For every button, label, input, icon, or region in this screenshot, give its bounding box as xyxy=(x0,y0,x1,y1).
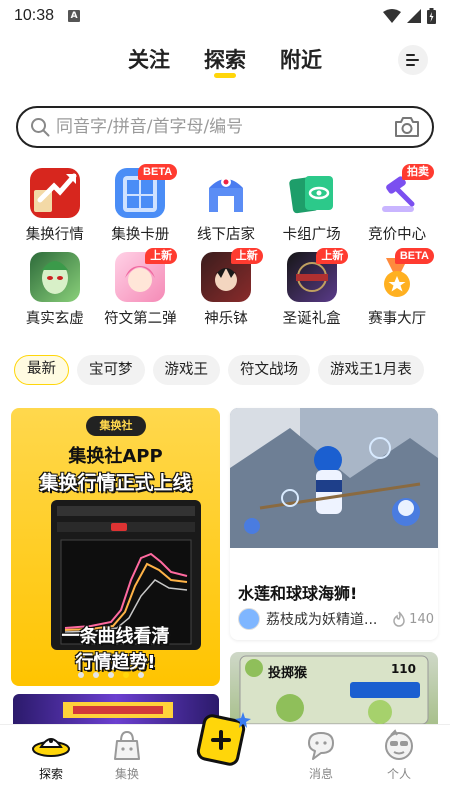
filter-yugioh[interactable]: 游戏王 xyxy=(152,355,220,385)
pokemon-card-post[interactable]: 投掷猴 110 xyxy=(230,652,438,724)
category-kagura[interactable]: 上新 神乐钵 xyxy=(183,248,269,328)
beta-badge: BETA xyxy=(138,164,178,180)
carousel-dot[interactable] xyxy=(138,672,144,678)
carousel-dot[interactable] xyxy=(108,672,114,678)
deck-plaza-icon xyxy=(286,168,337,218)
ufo-explore-icon xyxy=(32,738,70,757)
nav-label: 探索 xyxy=(38,767,63,781)
category-album[interactable]: BETA 集换卡册 xyxy=(98,164,184,244)
carousel-dot-active[interactable] xyxy=(123,672,129,678)
category-label: 神乐钵 xyxy=(204,311,248,327)
search-input[interactable] xyxy=(56,117,394,137)
filter-pokemon[interactable]: 宝可梦 xyxy=(77,355,145,385)
message-icon xyxy=(308,732,334,760)
notification-icon: A xyxy=(68,10,81,22)
new-badge: 上新 xyxy=(145,248,178,264)
game-avatar-icon xyxy=(29,252,80,302)
category-label: 卡组广场 xyxy=(282,227,341,243)
like-count: 140 xyxy=(409,611,434,627)
signal-icon xyxy=(407,9,421,23)
menu-button[interactable] xyxy=(398,45,428,75)
filter-chips: 最新 宝可梦 游戏王 符文战场 游戏王1月表 xyxy=(14,355,450,387)
card-name: 投掷猴 xyxy=(268,666,308,681)
carousel-dots xyxy=(78,672,144,678)
tab-nearby[interactable]: 附近 xyxy=(280,40,322,80)
top-tabs: 关注 探索 附近 xyxy=(0,40,450,84)
category-label: 竞价中心 xyxy=(368,227,427,243)
category-event-hall[interactable]: BETA 赛事大厅 xyxy=(354,248,440,328)
publish-button[interactable] xyxy=(193,710,253,766)
new-badge: 上新 xyxy=(230,248,263,264)
nav-label: 个人 xyxy=(386,767,411,781)
category-label: 集换行情 xyxy=(25,227,84,243)
battery-icon xyxy=(427,8,436,24)
category-deck-plaza[interactable]: 卡组广场 xyxy=(269,168,355,244)
profile-icon xyxy=(385,729,413,760)
post-title: 水莲和球球海狮! xyxy=(238,584,358,603)
avatar[interactable] xyxy=(238,608,260,630)
tab-follow[interactable]: 关注 xyxy=(128,40,170,80)
status-time: 10:38 xyxy=(14,7,55,24)
flame-like-icon xyxy=(393,611,405,627)
category-label: 符文第二弹 xyxy=(104,311,177,327)
filter-latest[interactable]: 最新 xyxy=(14,355,69,385)
nav-explore[interactable]: 探索 xyxy=(21,729,81,782)
promo-headline: 集换行情正式上线 xyxy=(39,472,192,494)
category-label: 线下店家 xyxy=(196,227,255,243)
carousel-dot[interactable] xyxy=(78,672,84,678)
post-author-row: 荔枝成为妖精道... 140 xyxy=(238,608,434,630)
category-real-mystery[interactable]: 真实玄虚 xyxy=(12,252,98,328)
auction-badge: 拍卖 xyxy=(401,164,434,180)
category-label: 赛事大厅 xyxy=(368,311,427,327)
category-grid: 集换行情 BETA 集换卡册 线下店家 卡组广场 拍卖 竞价中心 真实玄虚 上新… xyxy=(12,164,440,328)
promo-tagline: 一条曲线看清 xyxy=(61,626,170,647)
status-icons xyxy=(383,8,436,24)
store-icon xyxy=(200,168,251,218)
camera-icon[interactable] xyxy=(394,116,420,138)
category-auction[interactable]: 拍卖 竞价中心 xyxy=(354,164,440,244)
promo-tagline: 行情趋势! xyxy=(75,652,156,673)
wifi-icon xyxy=(383,9,401,23)
search-bar[interactable] xyxy=(16,106,434,148)
category-label: 圣诞礼盒 xyxy=(282,311,341,327)
filter-rune-battlefield[interactable]: 符文战场 xyxy=(228,355,310,385)
filter-yugioh-january[interactable]: 游戏王1月表 xyxy=(318,355,424,385)
promo-logo: 集换社 xyxy=(86,416,146,436)
like-button[interactable]: 140 xyxy=(392,611,434,627)
promo-title: 集换社APP xyxy=(68,446,163,467)
post-photo xyxy=(230,408,438,548)
nav-messages[interactable]: 消息 xyxy=(291,729,351,782)
feed-card-partial[interactable] xyxy=(13,694,219,724)
search-icon xyxy=(31,118,50,137)
category-label: 真实玄虚 xyxy=(25,311,84,327)
category-rune-second[interactable]: 上新 符文第二弹 xyxy=(98,248,184,328)
nav-profile[interactable]: 个人 xyxy=(369,729,429,782)
post-card[interactable]: 水莲和球球海狮! 荔枝成为妖精道... 140 xyxy=(230,408,438,640)
new-badge: 上新 xyxy=(316,248,349,264)
nav-label: 集换 xyxy=(114,767,139,781)
tab-explore[interactable]: 探索 xyxy=(204,40,246,80)
category-market[interactable]: 集换行情 xyxy=(12,168,98,244)
beta-badge: BETA xyxy=(394,248,434,264)
nav-exchange[interactable]: 集换 xyxy=(97,729,157,782)
category-store[interactable]: 线下店家 xyxy=(183,168,269,244)
card-hp: 110 xyxy=(390,662,416,676)
post-author[interactable]: 荔枝成为妖精道... xyxy=(266,609,384,629)
market-chart-icon xyxy=(29,168,80,218)
menu-lines-icon xyxy=(406,54,419,66)
carousel-dot[interactable] xyxy=(93,672,99,678)
nav-label: 消息 xyxy=(308,767,333,781)
category-christmas-box[interactable]: 上新 圣诞礼盒 xyxy=(269,248,355,328)
bag-icon xyxy=(114,730,140,760)
category-label: 集换卡册 xyxy=(111,227,170,243)
promo-card[interactable]: 集换社 集换社APP 集换行情正式上线 一条曲线看清 行情趋势! xyxy=(11,408,220,686)
status-bar: 10:38 A xyxy=(0,0,450,32)
plus-card-icon xyxy=(196,712,251,766)
